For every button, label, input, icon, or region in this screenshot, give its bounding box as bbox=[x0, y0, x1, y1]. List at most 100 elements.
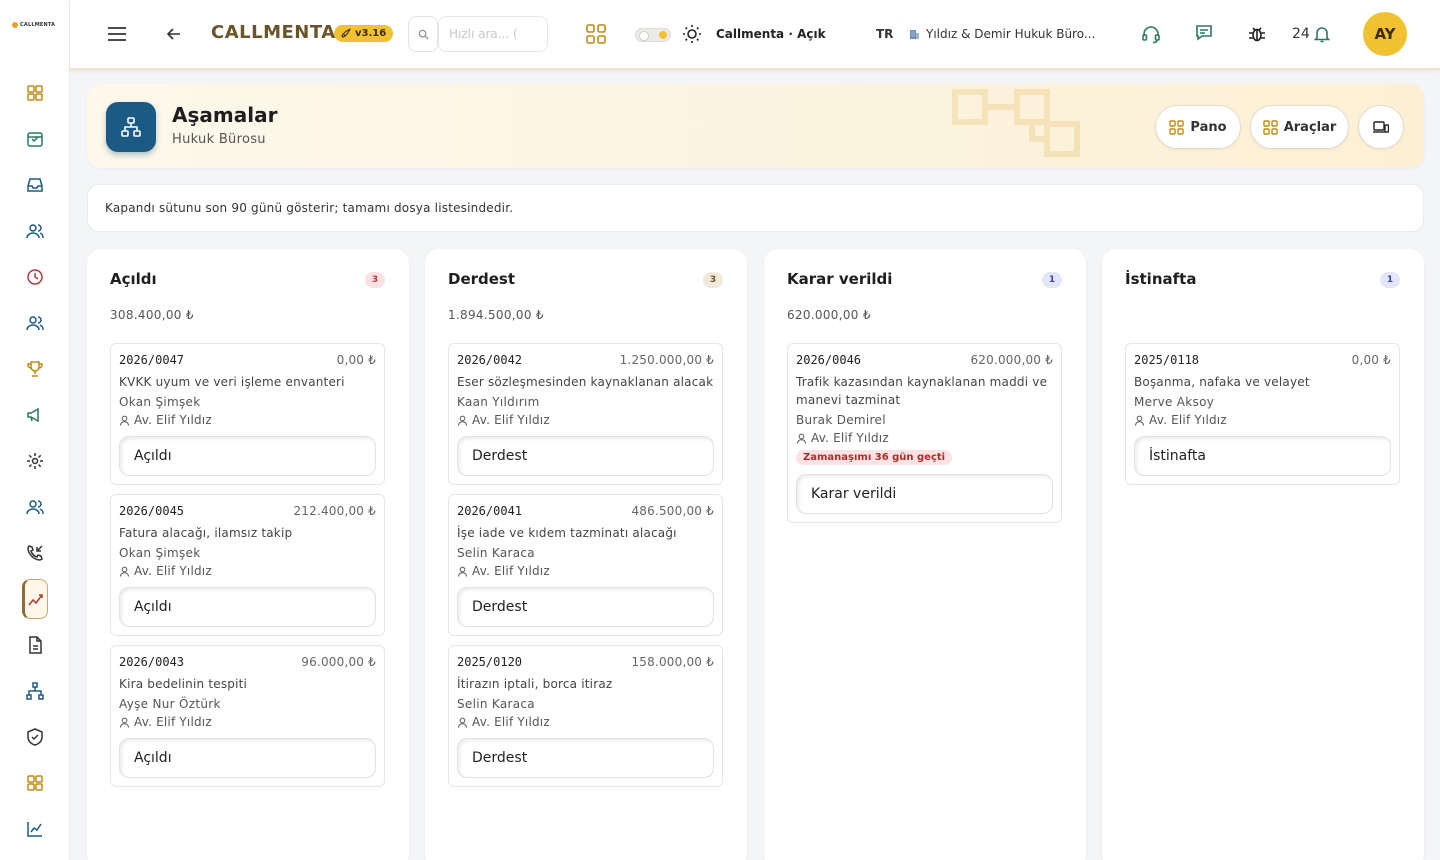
lawyer-name: Av. Elif Yıldız bbox=[134, 564, 212, 578]
case-card[interactable]: 2026/0047 0,00 ₺ KVKK uyum ve veri işlem… bbox=[110, 343, 385, 485]
user-icon bbox=[1134, 415, 1145, 426]
devices-button[interactable] bbox=[1358, 105, 1404, 149]
araclar-button[interactable]: Araçlar bbox=[1250, 105, 1349, 149]
stage-select[interactable]: Derdest bbox=[457, 436, 714, 476]
lawyer-name: Av. Elif Yıldız bbox=[134, 413, 212, 427]
case-number: 2026/0043 bbox=[119, 655, 185, 669]
client-name: Burak Demirel bbox=[796, 413, 886, 427]
column-count-badge: 3 bbox=[365, 272, 385, 288]
limitation-warning-badge: Zamanaşımı 36 gün geçti bbox=[796, 450, 953, 465]
sun-icon[interactable] bbox=[682, 24, 702, 44]
bug-icon[interactable] bbox=[1247, 24, 1267, 44]
headset-icon[interactable] bbox=[1141, 24, 1161, 44]
theme-label: Callmenta · Açık bbox=[716, 27, 826, 41]
stage-select[interactable]: Derdest bbox=[457, 738, 714, 778]
sidebar-item-hierarchy[interactable] bbox=[0, 668, 70, 714]
pano-label: Pano bbox=[1190, 119, 1227, 135]
notifications[interactable]: 24 bbox=[1292, 25, 1330, 43]
pano-button[interactable]: Pano bbox=[1155, 105, 1241, 149]
theme-toggle[interactable] bbox=[635, 28, 671, 42]
assigned-lawyer: Av. Elif Yıldız bbox=[457, 413, 714, 427]
case-card[interactable]: 2026/0043 96.000,00 ₺ Kira bedelinin tes… bbox=[110, 645, 385, 787]
sidebar-item-dashboard[interactable] bbox=[0, 70, 70, 116]
sidebar-item-document[interactable] bbox=[0, 622, 70, 668]
stage-select[interactable]: Açıldı bbox=[119, 436, 376, 476]
topbar: CALLMENTA v3.16 Callmenta · Açık TR Yıld… bbox=[70, 0, 1440, 70]
sidebar-item-workflow-chart[interactable] bbox=[0, 576, 70, 622]
case-number: 2026/0041 bbox=[457, 504, 523, 518]
client-name: Selin Karaca bbox=[457, 546, 535, 560]
column-count-badge: 3 bbox=[703, 272, 723, 288]
assigned-lawyer: Av. Elif Yıldız bbox=[119, 413, 376, 427]
column-total: 308.400,00 ₺ bbox=[110, 308, 194, 322]
assigned-lawyer: Av. Elif Yıldız bbox=[119, 715, 376, 729]
sidebar-item-shield-check[interactable] bbox=[0, 714, 70, 760]
column-count-badge: 1 bbox=[1380, 272, 1400, 288]
sidebar-item-inbox[interactable] bbox=[0, 162, 70, 208]
sidebar-item-grid[interactable] bbox=[0, 760, 70, 806]
devices-icon bbox=[1373, 121, 1389, 133]
client-name: Okan Şimşek bbox=[119, 546, 201, 560]
document-icon bbox=[29, 636, 42, 654]
stage-select[interactable]: Derdest bbox=[457, 587, 714, 627]
client-name: Ayşe Nur Öztürk bbox=[119, 697, 221, 711]
search-button[interactable] bbox=[408, 16, 438, 52]
case-card[interactable]: 2026/0042 1.250.000,00 ₺ Eser sözleşmesi… bbox=[448, 343, 723, 485]
user-icon bbox=[119, 717, 130, 728]
sidebar-item-users[interactable] bbox=[0, 208, 70, 254]
case-number: 2026/0042 bbox=[457, 353, 523, 367]
case-amount: 0,00 ₺ bbox=[336, 353, 376, 367]
search-input[interactable] bbox=[438, 16, 548, 52]
stage-select[interactable]: Açıldı bbox=[119, 587, 376, 627]
trophy-icon bbox=[27, 361, 43, 377]
sidebar-item-analytics[interactable] bbox=[0, 806, 70, 852]
card-list: 2026/0047 0,00 ₺ KVKK uyum ve veri işlem… bbox=[110, 343, 385, 796]
shield-check-icon bbox=[27, 728, 43, 746]
message-icon[interactable] bbox=[1195, 24, 1213, 42]
office-name: Yıldız & Demir Hukuk Büro... bbox=[926, 27, 1096, 41]
case-number: 2026/0047 bbox=[119, 353, 185, 367]
case-card[interactable]: 2025/0118 0,00 ₺ Boşanma, nafaka ve vela… bbox=[1125, 343, 1400, 485]
phone-incoming-icon bbox=[27, 545, 43, 561]
stage-column: Açıldı 3 308.400,00 ₺ 2026/0047 0,00 ₺ K… bbox=[87, 249, 409, 860]
megaphone-icon bbox=[27, 407, 39, 423]
case-amount: 0,00 ₺ bbox=[1351, 353, 1391, 367]
case-amount: 486.500,00 ₺ bbox=[631, 504, 714, 518]
case-card[interactable]: 2026/0041 486.500,00 ₺ İşe iade ve kıdem… bbox=[448, 494, 723, 636]
stage-column: Karar verildi 1 620.000,00 ₺ 2026/0046 6… bbox=[764, 249, 1086, 860]
back-arrow-icon[interactable] bbox=[166, 26, 182, 42]
sidebar-item-team[interactable] bbox=[0, 300, 70, 346]
stage-select[interactable]: İstinafta bbox=[1134, 436, 1391, 476]
sidebar-item-trophy[interactable] bbox=[0, 346, 70, 392]
apps-grid-icon[interactable] bbox=[586, 24, 606, 44]
stage-select[interactable]: Karar verildi bbox=[796, 474, 1053, 514]
sidebar-item-clock[interactable] bbox=[0, 254, 70, 300]
menu-icon[interactable] bbox=[108, 27, 126, 41]
rocket-icon bbox=[341, 28, 351, 38]
sidebar-item-settings-gear[interactable] bbox=[0, 438, 70, 484]
case-amount: 1.250.000,00 ₺ bbox=[619, 353, 714, 367]
case-card[interactable]: 2026/0045 212.400,00 ₺ Fatura alacağı, i… bbox=[110, 494, 385, 636]
assigned-lawyer: Av. Elif Yıldız bbox=[796, 431, 1053, 445]
avatar[interactable]: AY bbox=[1363, 12, 1407, 56]
sidebar-item-contacts[interactable] bbox=[0, 484, 70, 530]
logo[interactable]: CALLMENTA bbox=[12, 22, 55, 28]
stage-select[interactable]: Açıldı bbox=[119, 738, 376, 778]
client-name: Kaan Yıldırım bbox=[457, 395, 540, 409]
column-total: 620.000,00 ₺ bbox=[787, 308, 871, 322]
sidebar-item-calendar-check[interactable] bbox=[0, 116, 70, 162]
card-list: 2026/0046 620.000,00 ₺ Trafik kazasından… bbox=[787, 343, 1062, 532]
case-card[interactable]: 2026/0046 620.000,00 ₺ Trafik kazasından… bbox=[787, 343, 1062, 523]
office-selector[interactable]: Yıldız & Demir Hukuk Büro... bbox=[908, 27, 1095, 41]
page-title: Aşamalar bbox=[172, 103, 278, 127]
case-card[interactable]: 2025/0120 158.000,00 ₺ İtirazın iptali, … bbox=[448, 645, 723, 787]
dashboard-icon bbox=[27, 85, 43, 101]
sidebar-item-phone-incoming[interactable] bbox=[0, 530, 70, 576]
analytics-icon bbox=[27, 822, 42, 837]
bell-icon bbox=[1313, 27, 1330, 43]
sidebar-item-megaphone[interactable] bbox=[0, 392, 70, 438]
contacts-icon bbox=[26, 500, 44, 515]
language-selector[interactable]: TR bbox=[876, 27, 893, 41]
case-number: 2025/0120 bbox=[457, 655, 523, 669]
card-list: 2026/0042 1.250.000,00 ₺ Eser sözleşmesi… bbox=[448, 343, 723, 796]
